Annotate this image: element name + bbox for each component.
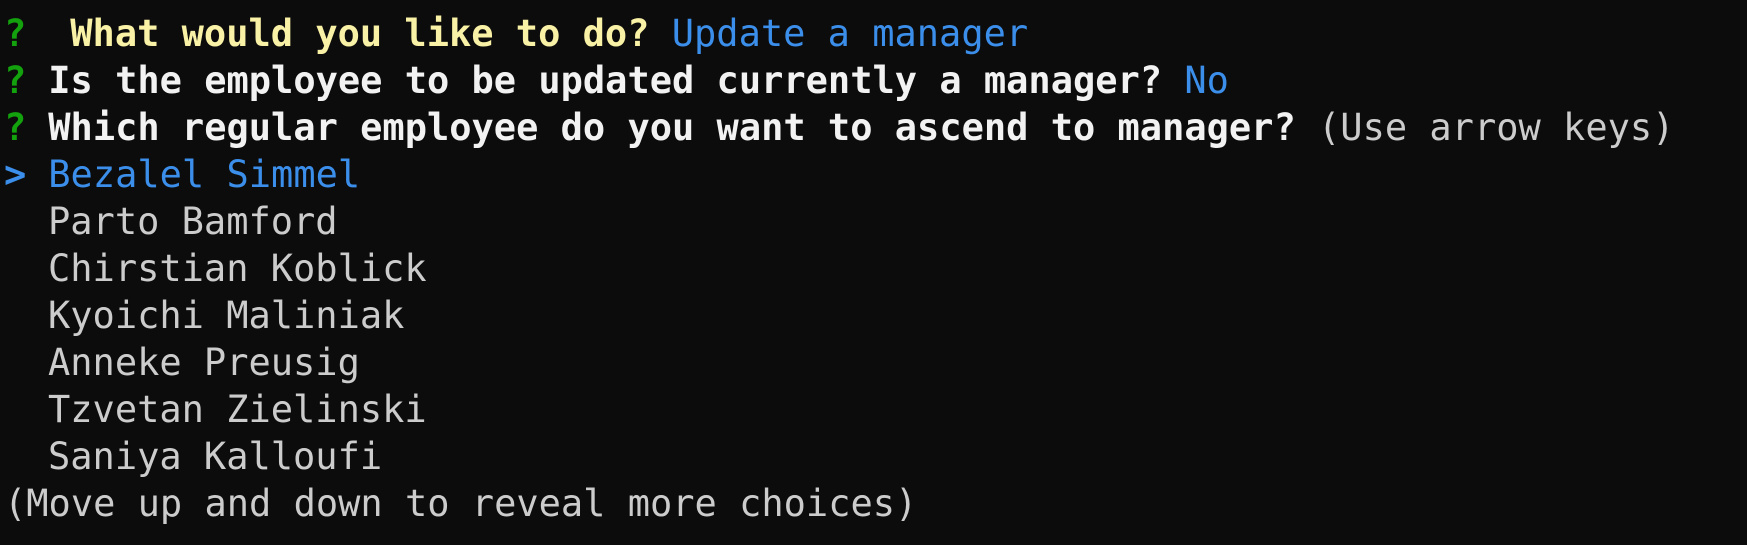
choice-label: Kyoichi Maliniak [48,294,405,337]
answer-action: Update a manager [671,12,1029,55]
arrow-keys-hint: (Use arrow keys) [1318,106,1675,149]
footer-text: (Move up and down to reveal more choices… [4,482,918,525]
choice-label: Chirstian Koblick [48,247,427,290]
choice-label: Anneke Preusig [48,341,360,384]
pointer-icon: > [4,153,27,196]
terminal-window[interactable]: ? What would you like to do? Update a man… [0,0,1747,545]
choice-item[interactable]: Chirstian Koblick [0,245,1747,292]
question-mark-icon: ? [4,12,27,55]
prompt-line-action: ? What would you like to do? Update a man… [0,10,1747,57]
prompt-line-current: ? Which regular employee do you want to a… [0,104,1747,151]
answer-is-manager: No [1184,59,1229,102]
choice-label: Saniya Kalloufi [48,435,383,478]
choice-item[interactable]: Kyoichi Maliniak [0,292,1747,339]
choice-item[interactable]: Tzvetan Zielinski [0,386,1747,433]
prompt-line-is-manager: ? Is the employee to be updated currently… [0,57,1747,104]
question-current: Which regular employee do you want to as… [48,106,1296,149]
choice-label: Parto Bamford [48,200,338,243]
choice-item-selected[interactable]: > Bezalel Simmel [0,151,1747,198]
question-action: What would you like to do? [70,12,650,55]
choice-item[interactable]: Anneke Preusig [0,339,1747,386]
more-choices-footer: (Move up and down to reveal more choices… [0,480,1747,527]
choice-item[interactable]: Saniya Kalloufi [0,433,1747,480]
question-is-manager: Is the employee to be updated currently … [48,59,1163,102]
question-mark-icon: ? [4,106,27,149]
question-mark-icon: ? [4,59,27,102]
choice-item[interactable]: Parto Bamford [0,198,1747,245]
choice-label: Tzvetan Zielinski [48,388,427,431]
choice-label: Bezalel Simmel [48,153,361,196]
